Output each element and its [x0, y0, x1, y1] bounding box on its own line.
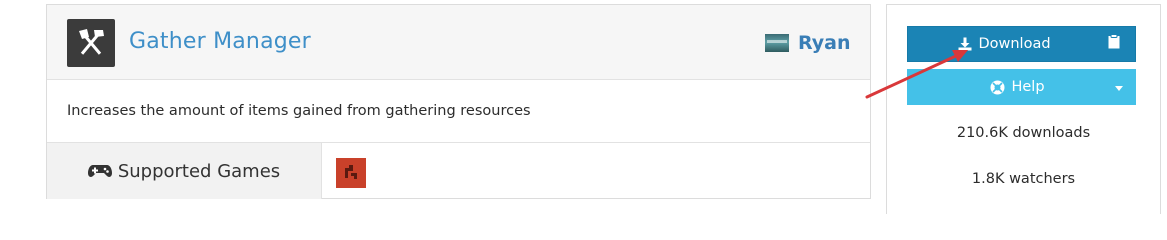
crossed-tools-icon	[67, 19, 115, 67]
supported-games-row: Supported Games	[47, 143, 870, 199]
help-button[interactable]: Help	[907, 79, 1102, 95]
watchers-count: 1.8K watchers	[971, 171, 1076, 187]
plugin-title[interactable]: Gather Manager	[129, 29, 311, 54]
download-label: Download	[978, 36, 1051, 52]
rust-game-icon[interactable]	[336, 158, 366, 188]
lifebuoy-icon	[990, 80, 1005, 95]
author-name[interactable]: Ryan	[798, 32, 851, 54]
help-label: Help	[1011, 79, 1045, 95]
supported-games-cell: Supported Games	[47, 143, 322, 199]
avatar	[765, 34, 789, 52]
downloads-count: 210.6K downloads	[956, 125, 1091, 141]
copy-button[interactable]	[1093, 27, 1135, 61]
caret-down-icon	[1115, 78, 1123, 96]
clipboard-icon	[1108, 34, 1120, 54]
help-dropdown-toggle[interactable]	[1102, 69, 1136, 105]
plugin-header: Gather Manager Ryan	[47, 5, 870, 80]
author-link[interactable]: Ryan	[765, 31, 851, 55]
supported-games-label: Supported Games	[117, 160, 281, 182]
download-button-group: Download	[907, 26, 1136, 62]
help-button-group: Help	[907, 69, 1136, 105]
download-button[interactable]: Download	[908, 36, 1093, 52]
download-icon	[958, 37, 972, 51]
gamepad-icon	[87, 163, 112, 179]
download-sidebar: Download Help 210.6K downloads 1.8K watc…	[886, 4, 1161, 214]
plugin-panel: Gather Manager Ryan Increases the amount…	[46, 4, 871, 199]
plugin-description: Increases the amount of items gained fro…	[67, 103, 531, 119]
